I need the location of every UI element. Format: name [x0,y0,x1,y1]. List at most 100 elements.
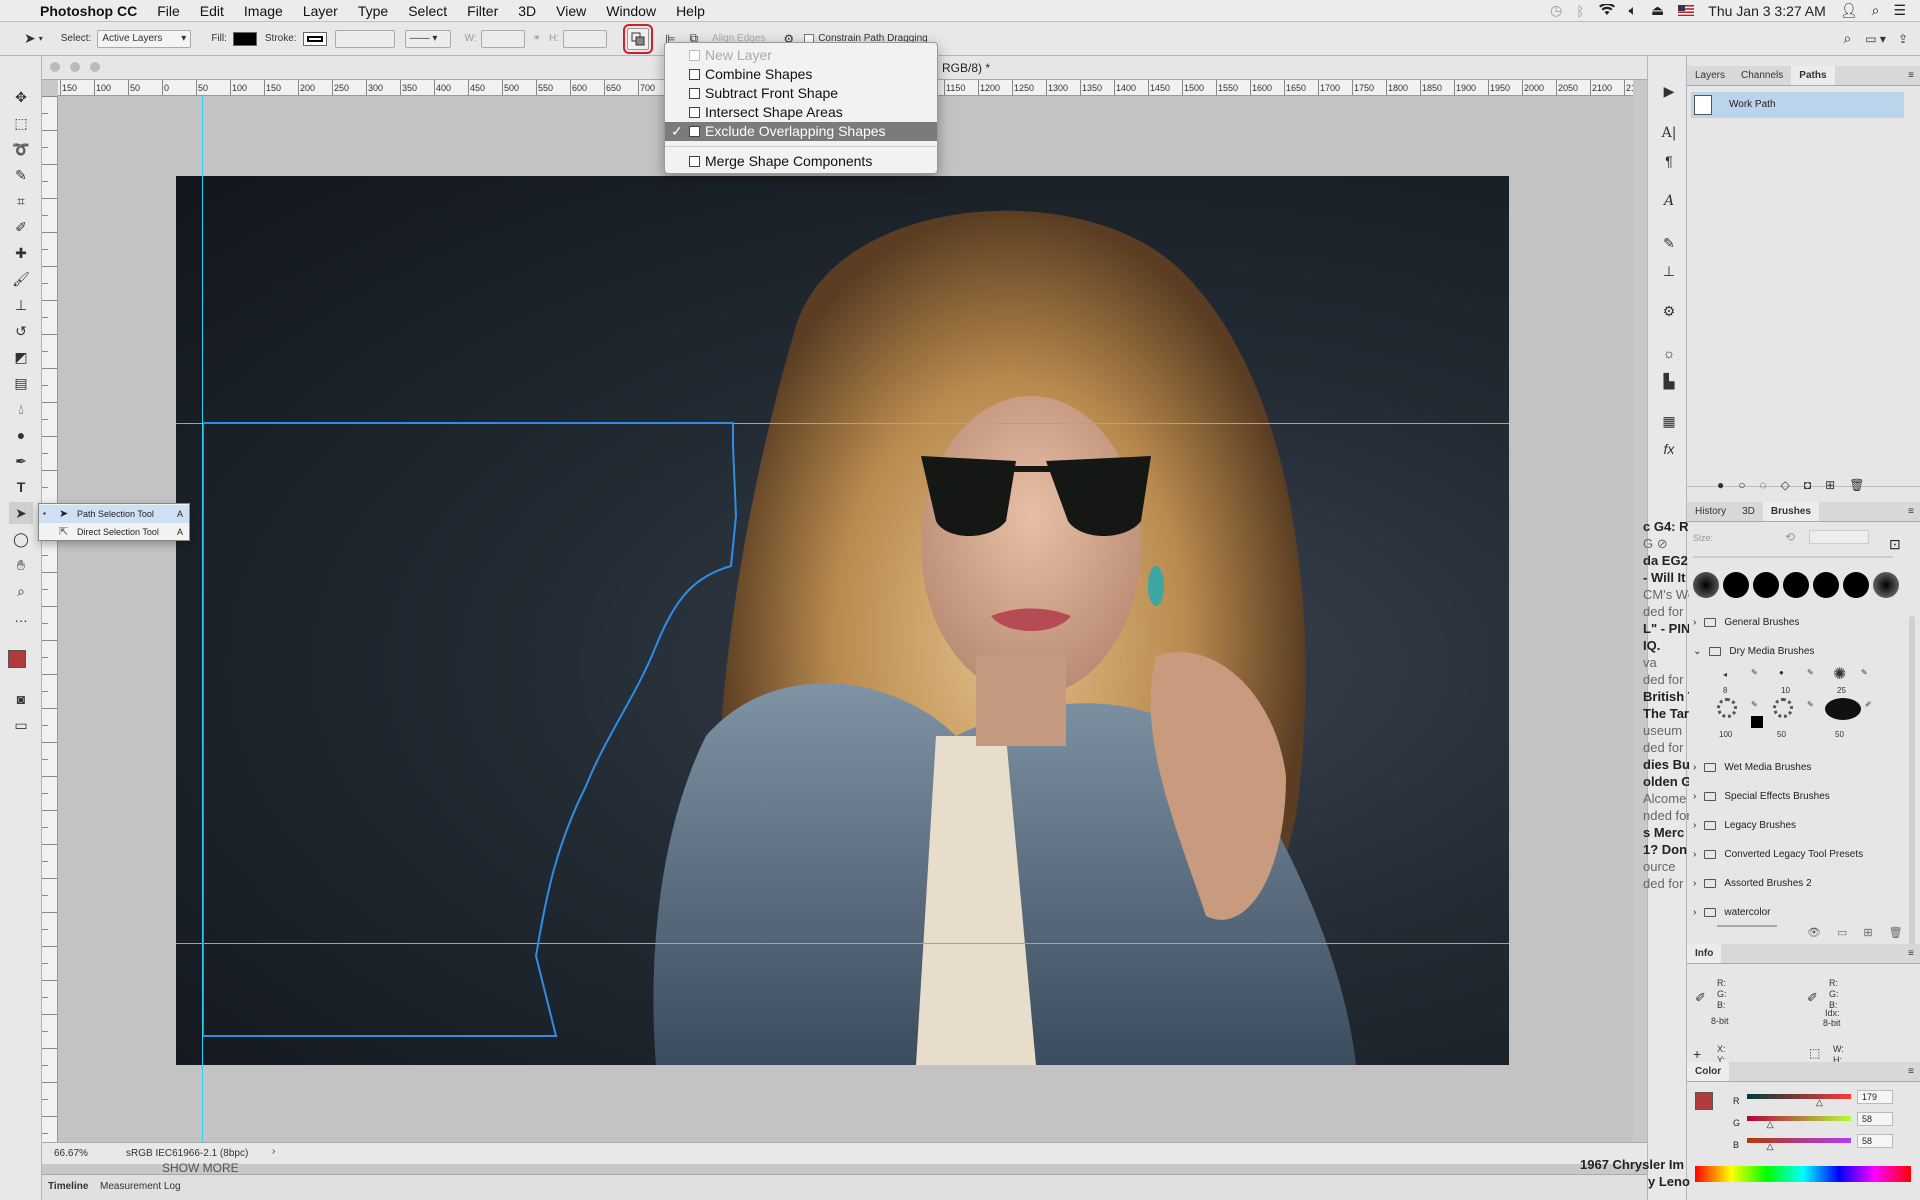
marquee-tool-icon[interactable]: ⬚ [9,112,33,134]
brush-tip-chalk-icon[interactable] [1773,698,1793,718]
quick-mask-icon[interactable]: ◙ [9,688,33,710]
menu-filter[interactable]: Filter [457,0,508,22]
tab-timeline[interactable]: Timeline [48,1181,88,1192]
brush-tip-icon[interactable]: ✎ [1861,668,1868,677]
menu-item-subtract-front-shape[interactable]: Subtract Front Shape [665,84,937,103]
work-path-outline[interactable] [176,176,1509,1065]
brush-tip-icon[interactable]: ● [1779,668,1784,677]
stroke-type-dropdown[interactable]: ―― ▾ [404,29,451,48]
actions-icon[interactable]: ▶ [1657,80,1681,102]
flyout-direct-selection-tool[interactable]: ⇱ Direct Selection Tool A [39,523,189,541]
spotlight-icon[interactable]: ⌕ [1872,2,1880,19]
reset-icon[interactable]: ⟲ [1785,530,1795,544]
brush-tip-ink-icon[interactable] [1825,698,1861,720]
width-input[interactable] [480,29,525,48]
minimize-icon[interactable] [70,62,80,72]
app-name[interactable]: Photoshop CC [30,0,147,22]
wifi-icon[interactable] [1598,2,1615,19]
link-icon[interactable]: ⚭ [533,33,541,44]
folder-legacy-brushes[interactable]: › Legacy Brushes [1687,815,1909,835]
brush-tip-square-icon[interactable] [1751,716,1763,728]
size-input[interactable] [1809,530,1869,544]
load-selection-icon[interactable]: ◌ [1760,478,1767,492]
brush-tip-splatter-icon[interactable]: ✺ [1833,664,1846,684]
new-path-icon[interactable]: ⊞ [1825,478,1835,492]
lasso-tool-icon[interactable]: ➰ [9,138,33,160]
menu-3d[interactable]: 3D [508,0,546,22]
green-slider-thumb[interactable]: △ [1767,1119,1774,1130]
new-folder-icon[interactable]: ▭ [1837,926,1847,939]
brushes-scrollbar[interactable] [1909,616,1915,946]
time-machine-icon[interactable]: ◷ [1550,2,1562,19]
blue-value-input[interactable]: 58 [1857,1134,1893,1148]
notification-center-icon[interactable]: ☰ [1893,2,1906,19]
bluetooth-icon[interactable]: ᛒ [1576,3,1584,19]
menu-layer[interactable]: Layer [293,0,348,22]
folder-watercolor[interactable]: › watercolor [1687,902,1909,922]
brush-tip-icon[interactable]: ✎ [1751,700,1758,709]
brush-preset-hard-3[interactable] [1783,572,1809,598]
panel-menu-icon[interactable]: ≡ [1908,1062,1920,1081]
tab-info[interactable]: Info [1687,944,1722,963]
panel-menu-icon[interactable]: ≡ [1908,502,1920,521]
color-spectrum[interactable] [1695,1166,1911,1182]
menu-help[interactable]: Help [666,0,715,22]
make-work-path-icon[interactable]: ◇ [1781,478,1790,492]
visibility-icon[interactable]: 👁︎ [1807,926,1821,939]
brush-tip-icon[interactable]: ◂ [1723,670,1727,679]
vertical-ruler[interactable] [42,96,58,1142]
folder-assorted-brushes-2[interactable]: › Assorted Brushes 2 [1687,873,1909,893]
eraser-icon[interactable]: ✐ [1865,700,1872,709]
height-input[interactable] [563,29,608,48]
zoom-tool-icon[interactable]: ⌕ [9,580,33,602]
chevron-down-icon[interactable]: ▾ [39,34,43,43]
green-slider[interactable] [1747,1116,1851,1121]
eject-icon[interactable]: ⏏ [1651,2,1664,19]
folder-general-brushes[interactable]: › General Brushes [1687,612,1909,632]
blur-tool-icon[interactable]: 💧︎ [9,398,33,420]
brush-preset-hard-5[interactable] [1843,572,1869,598]
clone-source-icon[interactable]: ⊥ [1657,260,1681,282]
stroke-width-input[interactable] [334,29,395,48]
new-brush-icon[interactable]: ⊞ [1863,926,1872,939]
tab-color[interactable]: Color [1687,1062,1730,1081]
brush-tip-chalk-icon[interactable] [1717,698,1737,718]
add-mask-icon[interactable]: ◘ [1804,478,1811,492]
foreground-color-swatch[interactable] [1695,1092,1713,1110]
stroke-swatch[interactable] [302,31,327,46]
path-operations-button[interactable] [623,23,654,54]
histogram-icon[interactable]: ▙ [1657,370,1681,392]
fill-swatch[interactable] [232,31,257,46]
hand-tool-icon[interactable]: ✋︎ [9,554,33,576]
trash-icon[interactable]: 🗑︎ [1889,926,1903,939]
user-icon[interactable]: 👤︎ [1840,2,1858,19]
brush-preset-hard-1[interactable] [1723,572,1749,598]
menu-file[interactable]: File [147,0,190,22]
chevron-right-icon[interactable]: › [272,1146,275,1157]
canvas-area[interactable] [58,96,1633,1142]
zoom-window-icon[interactable] [90,62,100,72]
history-brush-icon[interactable]: ↺ [9,320,33,342]
menu-select[interactable]: Select [398,0,457,22]
red-slider-thumb[interactable]: △ [1816,1097,1823,1108]
brush-preset-soft-2[interactable] [1873,572,1899,598]
blue-slider[interactable] [1747,1138,1851,1143]
blue-slider-thumb[interactable]: △ [1767,1141,1774,1152]
menu-type[interactable]: Type [348,0,398,22]
brush-tip-icon[interactable]: ✎ [1807,668,1814,677]
swatches-icon[interactable]: ▦ [1657,410,1681,432]
folder-converted-legacy-tool-presets[interactable]: › Converted Legacy Tool Presets [1687,844,1909,864]
pen-tool-icon[interactable]: ✒ [9,450,33,472]
folder-dry-media-brushes[interactable]: ⌄ Dry Media Brushes [1687,641,1909,661]
tab-history[interactable]: History [1687,502,1734,521]
brush-tip-icon[interactable]: ✎ [1751,668,1758,677]
type-tool-icon[interactable]: T [9,476,33,498]
menu-item-exclude-overlapping-shapes[interactable]: ✓ Exclude Overlapping Shapes [665,122,937,141]
green-value-input[interactable]: 58 [1857,1112,1893,1126]
tab-channels[interactable]: Channels [1733,66,1791,85]
search-icon[interactable]: ⌕ [1843,30,1851,47]
stamp-tool-icon[interactable]: ⊥ [9,294,33,316]
stroke-path-icon[interactable]: ○ [1738,478,1745,492]
brush-preset-hard-2[interactable] [1753,572,1779,598]
eraser-tool-icon[interactable]: ◩ [9,346,33,368]
